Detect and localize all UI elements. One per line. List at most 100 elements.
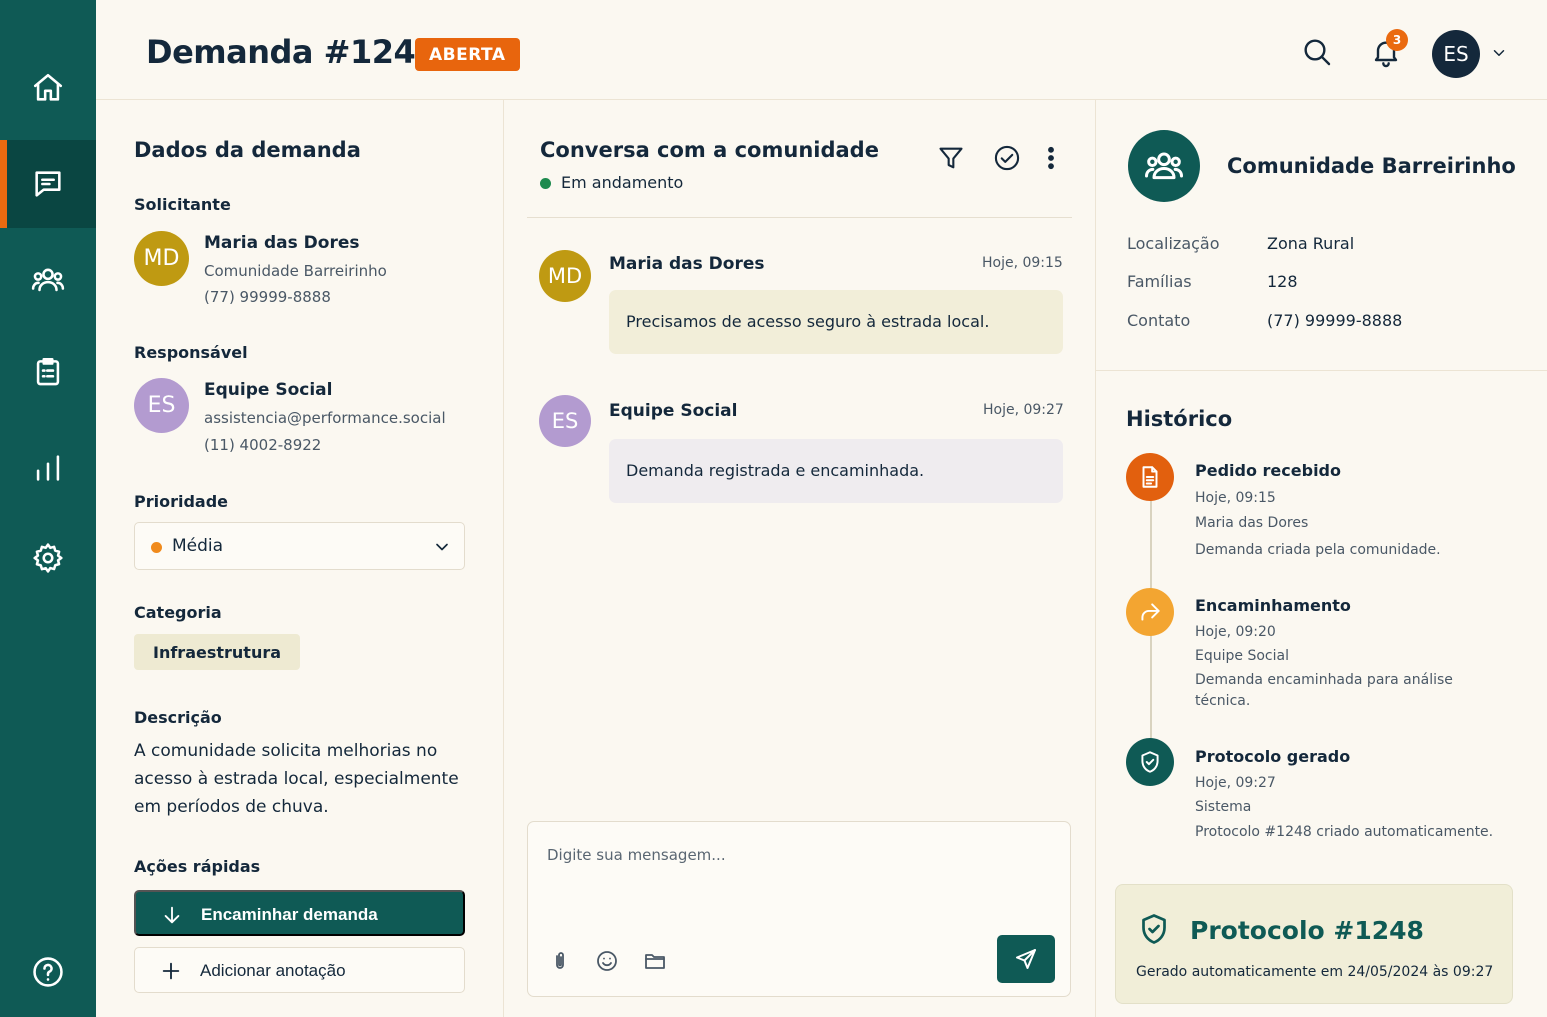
sidebar-item-messages[interactable] <box>0 140 96 228</box>
folder-button[interactable] <box>643 949 667 973</box>
attach-button[interactable] <box>548 949 572 973</box>
requester-avatar: MD <box>134 231 189 286</box>
description-label: Descrição <box>134 708 222 727</box>
status-badge: ABERTA <box>415 38 520 71</box>
folder-icon <box>645 954 665 969</box>
search-icon <box>1304 39 1331 66</box>
sidebar-item-communities[interactable] <box>0 236 96 324</box>
protocol-title: Protocolo #1248 <box>1190 916 1424 945</box>
timeline-actor: Maria das Dores <box>1195 515 1309 531</box>
timeline-desc: Demanda criada pela comunidade. <box>1195 542 1441 558</box>
add-note-button[interactable]: Adicionar anotação <box>134 947 465 993</box>
page-title: Demanda #1248 <box>146 33 438 71</box>
requester-label: Solicitante <box>134 195 231 214</box>
timeline-actor: Equipe Social <box>1195 648 1289 664</box>
document-icon <box>1126 453 1174 501</box>
responsible-phone: (11) 4002-8922 <box>204 436 322 454</box>
requester-org: Comunidade Barreirinho <box>204 262 387 280</box>
quick-actions-label: Ações rápidas <box>134 857 261 876</box>
message-author: Maria das Dores <box>609 254 765 274</box>
timeline-actor: Sistema <box>1195 799 1252 815</box>
message-composer[interactable]: Digite sua mensagem... <box>527 821 1071 997</box>
chat-panel: Conversa com a comunidade Em andamento M… <box>504 100 1096 1017</box>
demand-details-panel: Dados da demanda Solicitante MD Maria da… <box>96 100 504 1017</box>
priority-value: Média <box>172 536 224 556</box>
contact-label: Contato <box>1127 311 1191 330</box>
forward-demand-label: Encaminhar demanda <box>201 905 378 924</box>
gear-icon <box>33 543 63 573</box>
send-button[interactable] <box>997 935 1055 983</box>
timeline-time: Hoje, 09:15 <box>1195 490 1276 506</box>
category-label: Categoria <box>134 603 222 622</box>
resolve-button[interactable] <box>993 144 1021 172</box>
sidebar-item-reports[interactable] <box>0 424 96 512</box>
responsible-label: Responsável <box>134 343 248 362</box>
status-dot <box>540 178 551 189</box>
help-icon <box>33 957 63 987</box>
timeline-time: Hoje, 09:20 <box>1195 624 1276 640</box>
shield-check-icon <box>1136 910 1172 948</box>
divider <box>1096 370 1547 371</box>
contact-value: (77) 99999-8888 <box>1267 311 1403 330</box>
priority-label: Prioridade <box>134 492 229 511</box>
more-options-button[interactable] <box>1037 144 1065 172</box>
sidebar-item-settings[interactable] <box>0 514 96 602</box>
details-title: Dados da demanda <box>134 138 361 162</box>
send-icon <box>1016 949 1036 969</box>
priority-select[interactable]: Média <box>134 522 465 570</box>
message-avatar: MD <box>539 250 591 302</box>
message-bubble: Demanda registrada e encaminhada. <box>609 439 1063 503</box>
message-input[interactable]: Digite sua mensagem... <box>547 846 726 864</box>
protocol-subtitle: Gerado automaticamente em 24/05/2024 às … <box>1136 964 1494 980</box>
emoji-button[interactable] <box>595 949 619 973</box>
forward-arrow-icon <box>1126 588 1174 636</box>
history-title: Histórico <box>1126 407 1233 431</box>
divider <box>527 217 1072 218</box>
chat-icon <box>35 171 61 197</box>
community-avatar <box>1128 130 1200 202</box>
user-avatar[interactable]: ES <box>1432 30 1480 78</box>
families-value: 128 <box>1267 272 1298 291</box>
message-time: Hoje, 09:15 <box>982 255 1063 271</box>
responsible-avatar: ES <box>134 378 189 433</box>
community-name: Comunidade Barreirinho <box>1227 154 1516 178</box>
filter-button[interactable] <box>937 144 965 172</box>
notification-badge: 3 <box>1386 29 1408 51</box>
header: Demanda #1248 ABERTA 3 ES <box>96 0 1547 100</box>
user-menu-toggle[interactable] <box>1490 44 1508 62</box>
arrow-down-icon <box>161 904 183 926</box>
users-icon <box>1145 152 1183 180</box>
message-time: Hoje, 09:27 <box>983 402 1064 418</box>
sidebar-item-home[interactable] <box>0 44 96 132</box>
users-icon <box>31 268 65 292</box>
timeline-desc: Demanda encaminhada para análise técnica… <box>1195 672 1453 709</box>
more-vertical-icon <box>1048 146 1054 170</box>
timeline-title: Encaminhamento <box>1195 596 1351 615</box>
sidebar-item-help[interactable] <box>0 928 96 1016</box>
responsible-email[interactable]: assistencia@performance.social <box>204 409 446 427</box>
shield-check-icon <box>1126 738 1174 786</box>
sidebar <box>0 0 96 1017</box>
message-author: Equipe Social <box>609 401 738 421</box>
search-button[interactable] <box>1301 36 1333 68</box>
message-bubble: Precisamos de acesso seguro à estrada lo… <box>609 290 1063 354</box>
forward-demand-button[interactable]: Encaminhar demanda <box>134 890 465 936</box>
timeline-time: Hoje, 09:27 <box>1195 775 1276 791</box>
sidebar-item-tasks[interactable] <box>0 328 96 416</box>
description-text: A comunidade solicita melhorias no acess… <box>134 741 459 817</box>
category-tag: Infraestrutura <box>134 634 301 670</box>
responsible-name: Equipe Social <box>204 380 333 400</box>
add-note-label: Adicionar anotação <box>200 961 346 980</box>
smile-icon <box>597 951 617 971</box>
chat-status: Em andamento <box>561 173 684 192</box>
chevron-down-icon <box>432 537 452 557</box>
priority-dot <box>151 542 162 553</box>
families-label: Famílias <box>1127 272 1192 291</box>
bar-chart-icon <box>36 455 60 481</box>
location-label: Localização <box>1127 234 1220 253</box>
chat-title: Conversa com a comunidade <box>540 138 879 162</box>
home-icon <box>33 73 63 101</box>
location-value: Zona Rural <box>1267 234 1355 253</box>
paperclip-icon <box>556 952 564 969</box>
timeline-title: Pedido recebido <box>1195 461 1341 480</box>
